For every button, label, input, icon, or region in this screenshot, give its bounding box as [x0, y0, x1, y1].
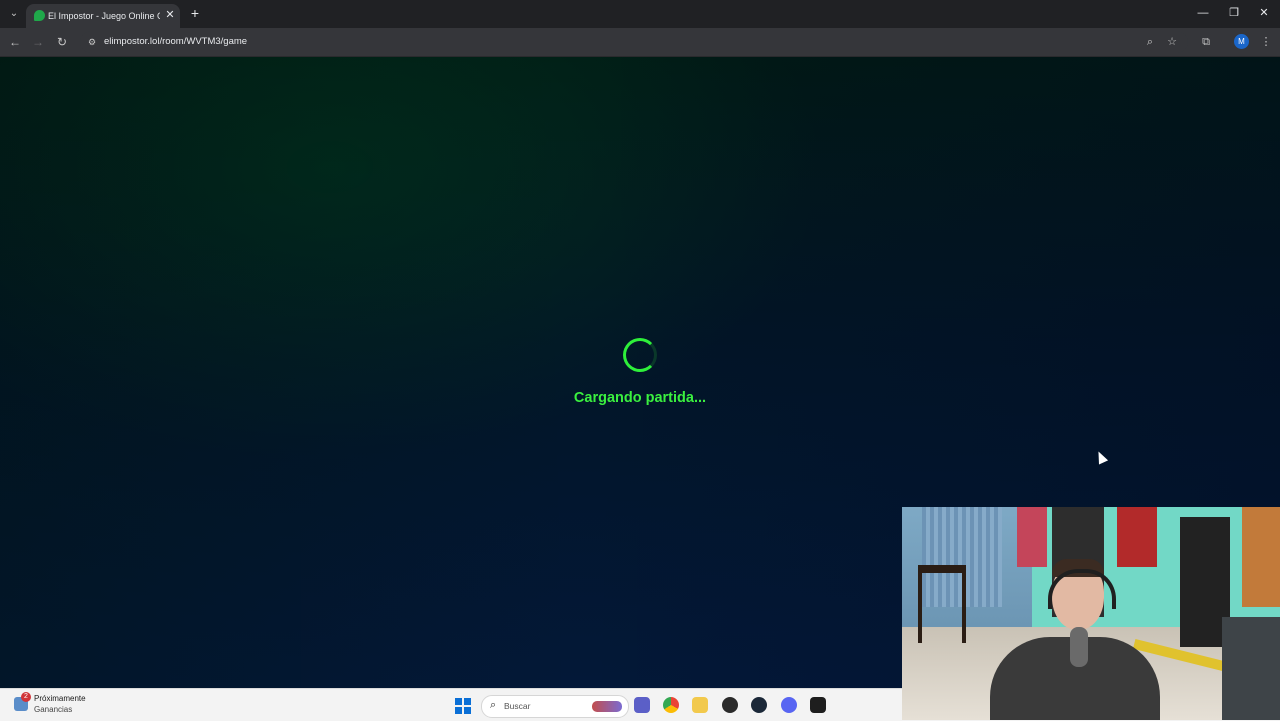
minimize-button[interactable]: —: [1193, 6, 1213, 20]
profile-avatar[interactable]: M: [1234, 34, 1249, 49]
terminal-icon[interactable]: [810, 697, 826, 713]
loading-message: Cargando partida...: [573, 390, 707, 406]
extensions-icon[interactable]: ⧉: [1198, 34, 1214, 50]
chrome-icon[interactable]: [663, 697, 679, 713]
teams-icon[interactable]: [634, 697, 650, 713]
tab-title: El Impostor - Juego Online Gratis: [48, 11, 160, 21]
webcam-monitor: [1222, 617, 1280, 720]
forward-button[interactable]: →: [30, 34, 46, 50]
steam-icon[interactable]: [751, 697, 767, 713]
file-explorer-icon[interactable]: [692, 697, 708, 713]
widget-title[interactable]: Próximamente: [34, 694, 86, 703]
start-menu-icon[interactable]: [455, 698, 471, 714]
mouse-cursor-icon: [1093, 449, 1109, 465]
search-icon: ⌕: [490, 699, 497, 711]
tab-search-icon[interactable]: ⌄: [6, 6, 22, 22]
url-text[interactable]: elimpostor.lol/room/WVTM3/game: [104, 35, 247, 49]
browser-tabstrip: ⌄ El Impostor - Juego Online Gratis ✕ + …: [0, 0, 1280, 28]
webcam-poster: [1017, 507, 1047, 567]
widget-subtitle[interactable]: Ganancias: [34, 705, 72, 714]
webcam-poster: [1117, 507, 1157, 567]
app-icon[interactable]: [722, 697, 738, 713]
webcam-overlay: [902, 507, 1280, 720]
site-favicon-icon: [34, 10, 45, 21]
browser-menu-icon[interactable]: ⋮: [1258, 34, 1274, 50]
webcam-stool: [918, 565, 966, 643]
tab-close-icon[interactable]: ✕: [164, 8, 176, 22]
close-window-button[interactable]: ✕: [1254, 6, 1274, 20]
loading-spinner-icon: [623, 338, 657, 372]
site-info-icon[interactable]: ⚙: [86, 35, 98, 49]
notification-badge: 2: [21, 692, 31, 702]
bookmark-star-icon[interactable]: ☆: [1164, 34, 1180, 50]
new-tab-button[interactable]: +: [188, 6, 202, 20]
browser-toolbar: ← → ↻ ⚙ elimpostor.lol/room/WVTM3/game ⌕…: [0, 28, 1280, 57]
search-highlight-icon: [592, 701, 622, 712]
address-bar[interactable]: ⚙ elimpostor.lol/room/WVTM3/game: [80, 31, 1188, 53]
taskbar-search[interactable]: ⌕ Buscar: [481, 695, 629, 718]
webcam-poster: [1242, 507, 1280, 607]
microphone-icon: [1070, 627, 1088, 667]
reload-button[interactable]: ↻: [54, 34, 70, 50]
zoom-icon[interactable]: ⌕: [1142, 34, 1158, 50]
search-placeholder: Buscar: [504, 701, 531, 711]
discord-icon[interactable]: [781, 697, 797, 713]
back-button[interactable]: ←: [7, 34, 23, 50]
browser-tab[interactable]: El Impostor - Juego Online Gratis ✕: [26, 4, 180, 28]
restore-button[interactable]: ❐: [1224, 6, 1244, 20]
